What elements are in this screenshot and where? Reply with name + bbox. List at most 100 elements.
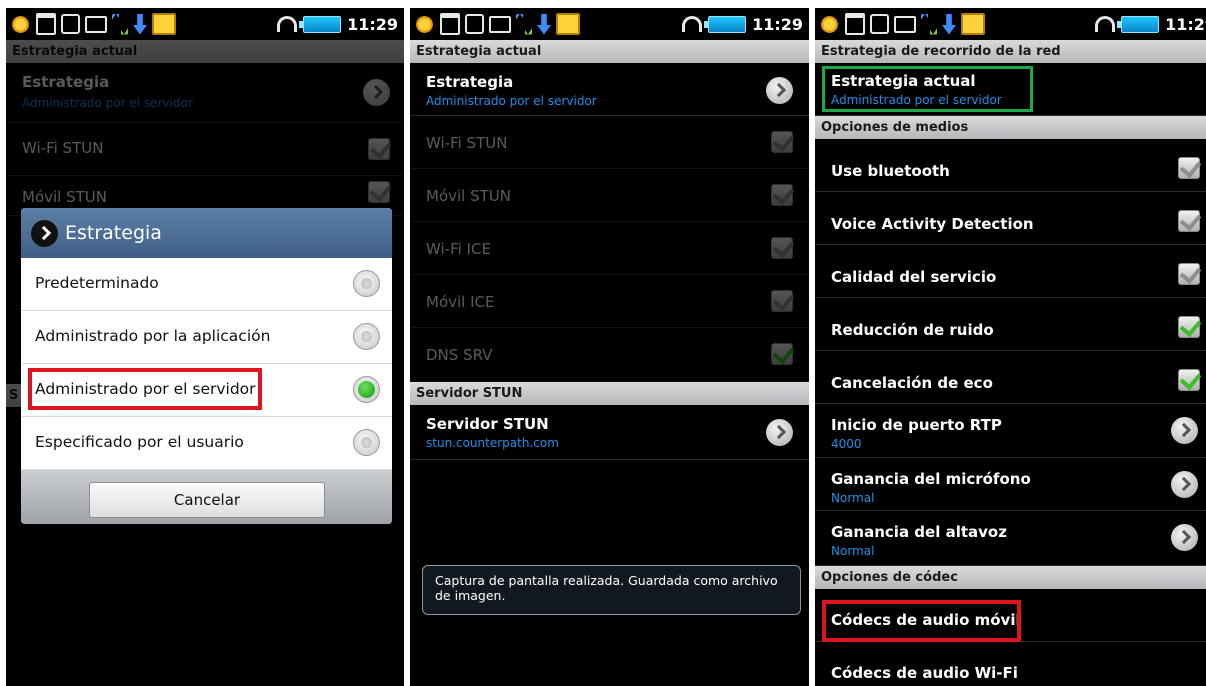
market-icon <box>61 14 80 34</box>
mic-gain-row[interactable]: Ganancia del micrófono Normal <box>815 458 1206 511</box>
chevron-right-icon <box>363 79 390 106</box>
row-title: Móvil ICE <box>426 293 495 311</box>
checkbox[interactable] <box>368 138 390 160</box>
chevron-right-icon <box>31 220 58 247</box>
radio-button[interactable] <box>353 270 380 297</box>
chevron-right-icon <box>1171 524 1198 551</box>
row-title: Use bluetooth <box>831 162 950 180</box>
cancel-button[interactable]: Cancelar <box>89 482 325 518</box>
status-bar: 11:29 <box>410 8 809 40</box>
section-header: Estrategia actual <box>410 40 809 63</box>
stun-server-row[interactable]: Servidor STUN stun.counterpath.com <box>410 405 809 460</box>
rtp-port-row[interactable]: Inicio de puerto RTP 4000 <box>815 404 1206 458</box>
option-label: Especificado por el usuario <box>35 433 244 451</box>
clock: 11:29 <box>347 14 398 34</box>
row-title: Cancelación de eco <box>831 374 993 392</box>
screenshot-toast: Captura de pantalla realizada. Guardada … <box>422 565 801 615</box>
highlight-box <box>28 368 262 410</box>
echo-cancel-row[interactable]: Cancelación de eco <box>815 351 1206 404</box>
section-header: Servidor STUN <box>410 382 809 405</box>
clock: 11:29 <box>752 14 803 34</box>
gmail-icon <box>894 15 916 33</box>
checkbox-checked[interactable] <box>1178 316 1200 338</box>
screenshot-panel-strategy-settings: 11:29 Estrategia actual Estrategia Admin… <box>410 8 809 686</box>
strategy-row[interactable]: Estrategia Administrado por el servidor <box>6 63 404 123</box>
radio-button-selected[interactable] <box>353 376 380 403</box>
game-icon <box>152 13 176 35</box>
section-header: Estrategia de recorrido de la red <box>815 40 1206 63</box>
row-title: Voice Activity Detection <box>831 215 1034 233</box>
market-icon <box>870 14 889 34</box>
data-transfer-icon <box>921 13 937 35</box>
wifi-stun-row[interactable]: Wi-Fi STUN <box>6 123 404 176</box>
row-title: Servidor STUN <box>426 415 549 433</box>
row-title: Wi-Fi STUN <box>22 139 104 157</box>
mobile-ice-row[interactable]: Móvil ICE <box>410 275 809 328</box>
option-default[interactable]: Predeterminado <box>21 258 392 311</box>
download-icon <box>942 13 956 35</box>
weather-icon <box>414 13 435 35</box>
dialog-footer: Cancelar <box>21 470 392 524</box>
option-label: Predeterminado <box>35 274 159 292</box>
row-title: Estrategia <box>426 73 514 91</box>
mobile-stun-row[interactable]: Móvil STUN <box>410 169 809 222</box>
battery-icon <box>1117 15 1160 33</box>
download-icon <box>537 13 551 35</box>
row-title: Móvil STUN <box>426 187 511 205</box>
status-bar: 11:29 <box>6 8 404 40</box>
status-bar: 11:29 <box>815 8 1206 40</box>
row-subtitle: stun.counterpath.com <box>426 436 559 450</box>
weather-icon <box>10 13 31 35</box>
row-subtitle: Administrado por el servidor <box>22 96 193 110</box>
radio-button[interactable] <box>353 429 380 456</box>
speaker-gain-row[interactable]: Ganancia del altavoz Normal <box>815 511 1206 566</box>
highlight-box <box>822 600 1021 642</box>
strategy-row[interactable]: Estrategia Administrado por el servidor <box>410 63 809 116</box>
checkbox[interactable] <box>771 290 793 312</box>
row-title: Ganancia del micrófono <box>831 470 1031 488</box>
battery-icon <box>299 15 342 33</box>
checkbox[interactable] <box>368 181 390 203</box>
dialog-title: Estrategia <box>65 222 162 244</box>
checkbox-checked[interactable] <box>1178 369 1200 391</box>
checkbox-checked[interactable] <box>771 343 793 365</box>
screenshot-panel-traversal-settings: 11:29 Estrategia de recorrido de la red … <box>815 8 1206 686</box>
row-title: Calidad del servicio <box>831 268 997 286</box>
game-icon <box>556 13 580 35</box>
wifi-stun-row[interactable]: Wi-Fi STUN <box>410 116 809 169</box>
option-user-specified[interactable]: Especificado por el usuario <box>21 417 392 470</box>
vad-row[interactable]: Voice Activity Detection <box>815 192 1206 245</box>
option-app-managed[interactable]: Administrado por la aplicación <box>21 311 392 364</box>
strategy-dialog: Estrategia Predeterminado Administrado p… <box>21 208 392 524</box>
data-transfer-icon <box>112 13 128 35</box>
row-title: Códecs de audio Wi-Fi <box>831 664 1018 682</box>
checkbox[interactable] <box>1178 263 1200 285</box>
clock: 11:29 <box>1165 14 1206 34</box>
section-header-partial: S <box>6 384 21 407</box>
battery-icon <box>704 15 747 33</box>
checkbox[interactable] <box>771 131 793 153</box>
wifi-ice-row[interactable]: Wi-Fi ICE <box>410 222 809 275</box>
checkbox[interactable] <box>771 237 793 259</box>
checkbox[interactable] <box>1178 210 1200 232</box>
noise-reduction-row[interactable]: Reducción de ruido <box>815 298 1206 351</box>
row-subtitle: Administrado por el servidor <box>426 94 597 108</box>
radio-button[interactable] <box>353 323 380 350</box>
highlight-box <box>822 66 1033 112</box>
wifi-audio-codecs-row[interactable]: Códecs de audio Wi-Fi <box>815 642 1206 686</box>
market-icon <box>465 14 484 34</box>
checkbox[interactable] <box>1178 157 1200 179</box>
dialog-title-bar: Estrategia <box>21 208 392 258</box>
calendar-icon <box>36 13 56 35</box>
row-title: Móvil STUN <box>22 188 107 206</box>
option-label: Administrado por la aplicación <box>35 327 271 345</box>
calendar-icon <box>845 13 865 35</box>
chevron-right-icon <box>1171 417 1198 444</box>
checkbox[interactable] <box>771 184 793 206</box>
use-bluetooth-row[interactable]: Use bluetooth <box>815 139 1206 192</box>
qos-row[interactable]: Calidad del servicio <box>815 245 1206 298</box>
gmail-icon <box>489 15 511 33</box>
dns-srv-row[interactable]: DNS SRV <box>410 328 809 382</box>
chevron-right-icon <box>1171 471 1198 498</box>
row-title: Estrategia <box>22 73 110 91</box>
